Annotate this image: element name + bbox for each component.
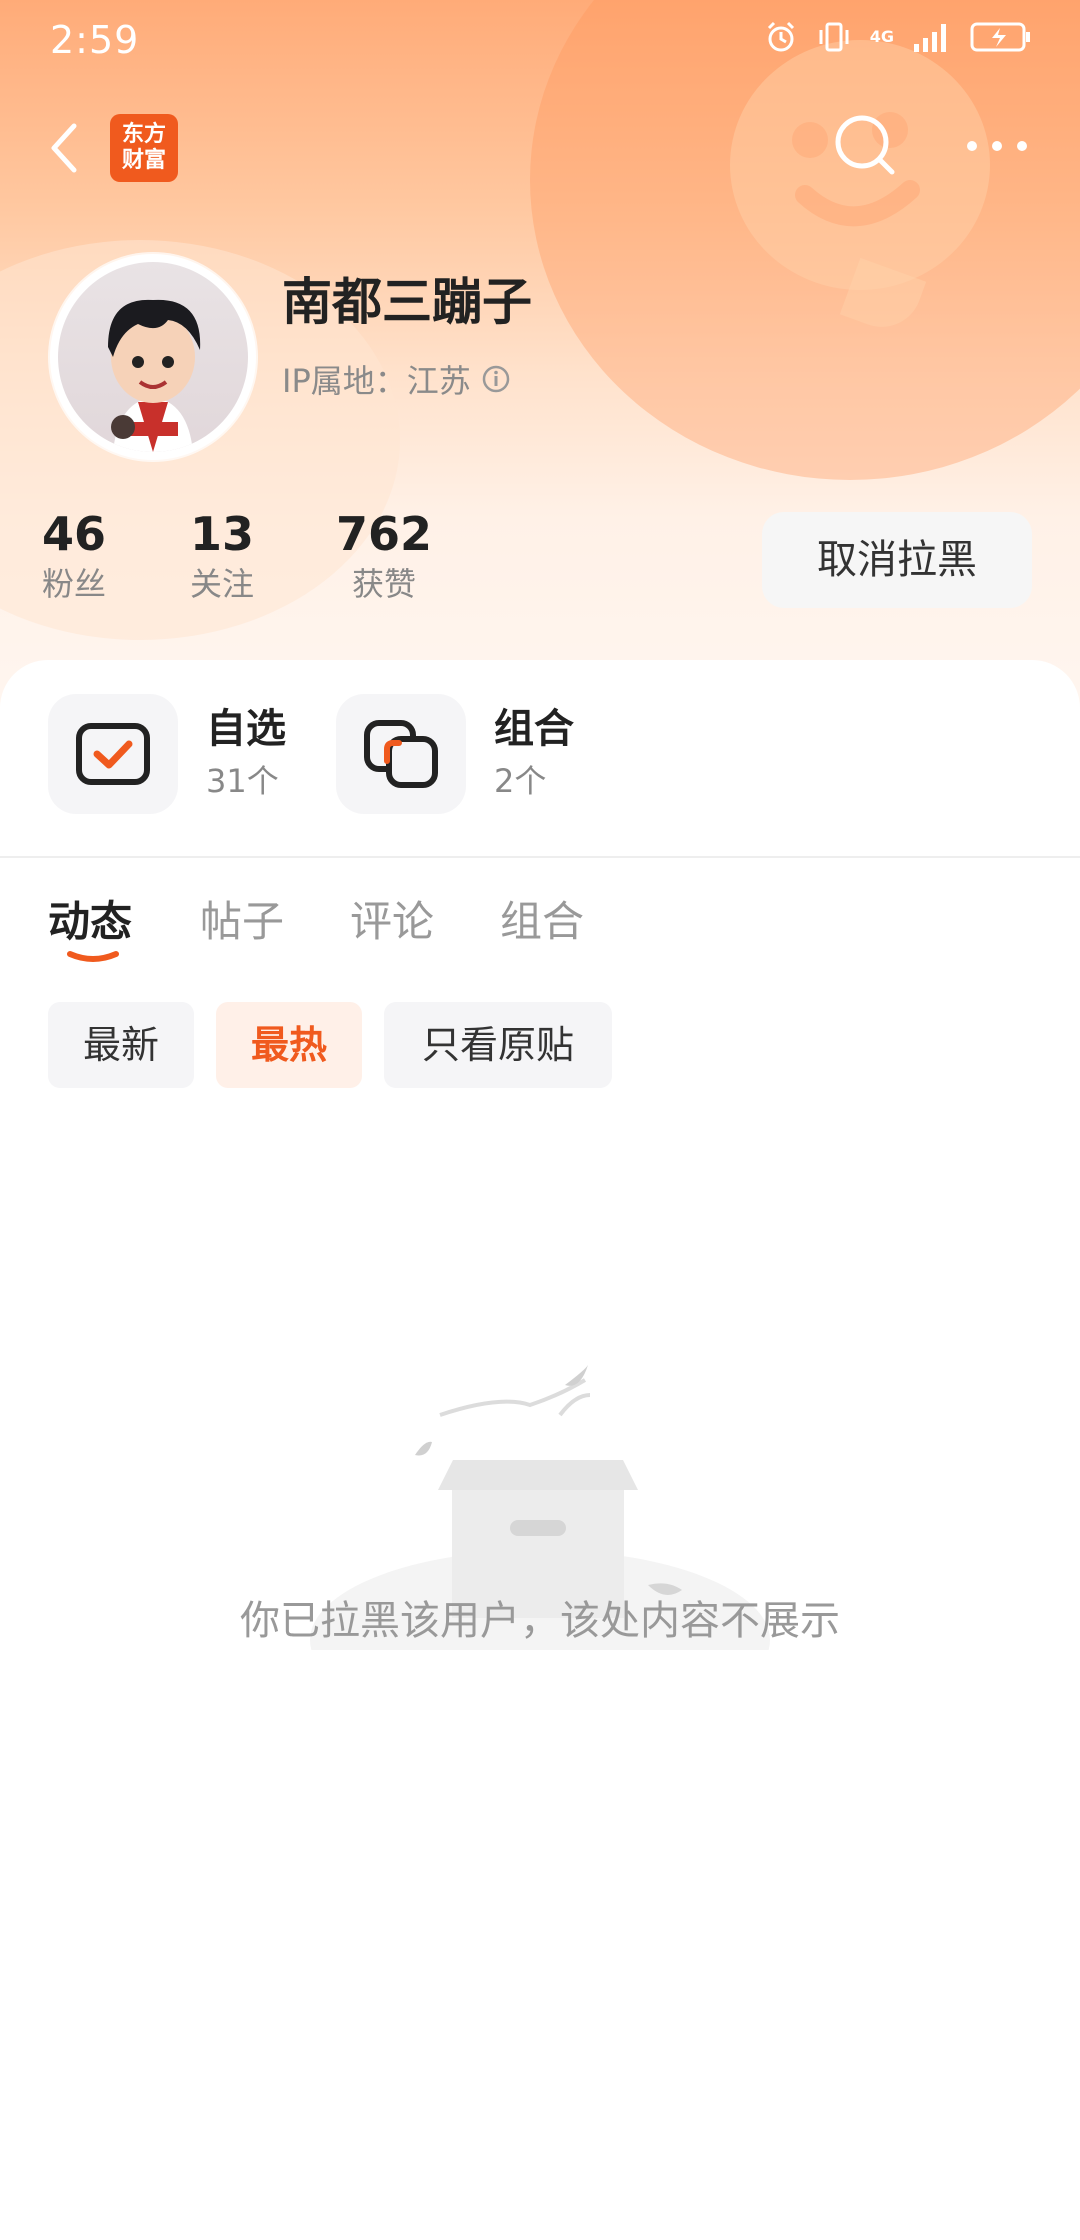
content-panel: 自选 31个 组合 2个 动态 帖子 评论 组合 最新 最热 只看原贴 你已拉黑… xyxy=(0,660,1080,2240)
stat-label: 关注 xyxy=(190,565,255,603)
section-divider xyxy=(0,856,1080,858)
username: 南都三蹦子 xyxy=(282,273,532,331)
tab-posts[interactable]: 帖子 xyxy=(200,888,284,949)
portfolio-count: 2个 xyxy=(494,762,547,800)
empty-box-illustration xyxy=(310,1365,770,1650)
back-icon[interactable] xyxy=(44,118,84,178)
status-bar: 2:59 4G xyxy=(0,0,1080,84)
app-logo: 东方 财富 xyxy=(110,114,178,182)
avatar-illustration xyxy=(108,299,201,452)
stat-label: 获赞 xyxy=(352,565,417,603)
portfolio-title: 组合 xyxy=(494,706,574,752)
stat-label: 粉丝 xyxy=(42,565,107,603)
ip-location: IP属地：江苏 xyxy=(282,356,511,402)
filter-original-only[interactable]: 只看原贴 xyxy=(384,1002,612,1088)
tab-comments[interactable]: 评论 xyxy=(350,888,434,949)
logo-line2: 财富 xyxy=(121,148,166,173)
info-icon[interactable] xyxy=(481,364,511,394)
ip-location-text: IP属地：江苏 xyxy=(282,362,471,400)
more-icon[interactable] xyxy=(962,134,1032,158)
checkbox-icon xyxy=(76,723,150,785)
avatar-image xyxy=(58,262,248,452)
stat-likes[interactable]: 762 获赞 xyxy=(336,506,432,606)
vibrate-icon xyxy=(819,22,849,52)
search-icon[interactable] xyxy=(830,110,900,180)
signal-icon xyxy=(914,24,946,52)
filter-latest[interactable]: 最新 xyxy=(48,1002,194,1088)
watchlist-icon-box xyxy=(48,694,178,814)
active-tab-indicator xyxy=(67,951,119,962)
watchlist-title: 自选 xyxy=(206,706,286,752)
status-time: 2:59 xyxy=(50,18,140,62)
status-icons: 4G xyxy=(764,20,1032,54)
stat-fans[interactable]: 46 粉丝 xyxy=(42,506,106,606)
stat-following[interactable]: 13 关注 xyxy=(190,506,254,606)
top-nav: 东方 财富 xyxy=(0,110,1080,190)
filter-hottest[interactable]: 最热 xyxy=(216,1002,362,1088)
portfolio-icon xyxy=(364,720,438,788)
blocked-empty-message: 你已拉黑该用户，该处内容不展示 xyxy=(240,1598,840,1644)
avatar[interactable] xyxy=(50,254,256,460)
stat-value: 762 xyxy=(336,507,433,561)
watchlist-count: 31个 xyxy=(206,762,279,800)
alarm-icon xyxy=(767,21,794,52)
portfolio-icon-box xyxy=(336,694,466,814)
tab-portfolio[interactable]: 组合 xyxy=(500,888,584,949)
stat-value: 13 xyxy=(190,507,255,561)
unblock-button[interactable]: 取消拉黑 xyxy=(762,512,1032,608)
logo-line1: 东方 xyxy=(121,122,166,147)
network-type-label: 4G xyxy=(869,27,894,46)
stat-value: 46 xyxy=(42,507,107,561)
profile-stats: 46 粉丝 13 关注 762 获赞 xyxy=(0,506,600,616)
battery-icon xyxy=(970,22,1030,52)
tab-activity[interactable]: 动态 xyxy=(48,888,132,949)
